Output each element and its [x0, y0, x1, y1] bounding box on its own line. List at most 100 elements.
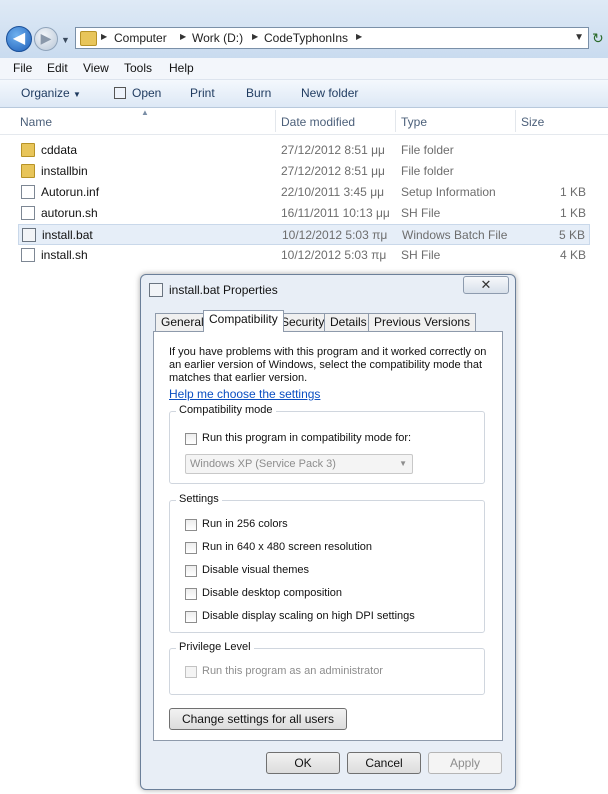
file-row-install-sh[interactable]: install.sh 10/12/2012 5:03 πμ SH File 4 …	[18, 245, 590, 266]
arrow-left-icon: ◀	[12, 30, 26, 47]
file-type: Setup Information	[401, 185, 496, 199]
breadcrumb-computer[interactable]: Computer	[114, 31, 167, 45]
file-row-install-bat[interactable]: install.bat 10/12/2012 5:03 πμ Windows B…	[18, 224, 590, 245]
file-row-installbin[interactable]: installbin 27/12/2012 8:51 μμ File folde…	[18, 161, 590, 182]
apply-button: Apply	[428, 752, 502, 774]
column-divider[interactable]	[515, 110, 516, 132]
file-size: 1 KB	[559, 206, 586, 220]
group-legend: Privilege Level	[176, 641, 254, 653]
folder-icon	[21, 164, 35, 178]
tab-details[interactable]: Details	[324, 313, 373, 331]
file-name: install.bat	[42, 228, 93, 242]
file-date: 10/12/2012 5:03 πμ	[281, 248, 387, 262]
back-button[interactable]: ◀	[6, 26, 32, 52]
chevron-right-icon[interactable]: ▶	[101, 32, 107, 41]
batch-file-icon	[22, 228, 36, 242]
group-legend: Compatibility mode	[176, 404, 276, 416]
chevron-down-icon: ▼	[73, 90, 81, 99]
file-size: 4 KB	[559, 248, 586, 262]
change-settings-all-users-button[interactable]: Change settings for all users	[169, 708, 347, 730]
chevron-right-icon[interactable]: ▶	[180, 32, 186, 41]
chevron-right-icon[interactable]: ▶	[252, 32, 258, 41]
address-bar-area: ◀ ▶ ▼ ▶ Computer ▶ Work (D:) ▶ CodeTypho…	[0, 0, 608, 59]
file-row-autorun-sh[interactable]: autorun.sh 16/11/2011 10:13 μμ SH File 1…	[18, 203, 590, 224]
file-date: 27/12/2012 8:51 μμ	[281, 143, 385, 157]
folder-icon	[21, 143, 35, 157]
menu-file[interactable]: File	[13, 61, 32, 75]
tab-general[interactable]: General	[155, 313, 210, 331]
file-type: SH File	[401, 206, 441, 220]
close-icon: ✕	[480, 277, 492, 292]
new-folder-button[interactable]: New folder	[301, 86, 358, 100]
close-button[interactable]: ✕	[463, 276, 509, 294]
ok-button[interactable]: OK	[266, 752, 340, 774]
privilege-level-group: Privilege Level Run this program as an a…	[169, 641, 485, 695]
forward-button[interactable]: ▶	[34, 27, 58, 51]
column-name[interactable]: Name	[20, 115, 52, 129]
dialog-title: install.bat Properties	[169, 283, 278, 297]
properties-dialog: install.bat Properties ✕ General Compati…	[140, 274, 516, 790]
refresh-icon[interactable]: ↻	[592, 30, 604, 47]
file-name: Autorun.inf	[41, 185, 100, 199]
file-type: Windows Batch File	[402, 228, 508, 242]
setting-label: Disable desktop composition	[202, 587, 343, 599]
column-size[interactable]: Size	[521, 115, 544, 129]
file-name: cddata	[41, 143, 78, 157]
open-button[interactable]: Open	[114, 86, 161, 100]
help-link[interactable]: Help me choose the settings	[169, 387, 320, 401]
file-size: 5 KB	[558, 228, 585, 242]
batch-file-icon	[149, 283, 163, 297]
setting-checkbox[interactable]	[185, 588, 197, 600]
menu-tools[interactable]: Tools	[124, 61, 152, 75]
open-label: Open	[132, 86, 162, 100]
history-dropdown-icon[interactable]: ▼	[61, 35, 70, 45]
file-row-autorun-inf[interactable]: Autorun.inf 22/10/2011 3:45 μμ Setup Inf…	[18, 182, 590, 203]
file-row-cddata[interactable]: cddata 27/12/2012 8:51 μμ File folder	[18, 140, 590, 161]
menu-view[interactable]: View	[83, 61, 109, 75]
file-date: 27/12/2012 8:51 μμ	[281, 164, 385, 178]
column-header-row: ▲ Name Date modified Type Size	[0, 108, 608, 135]
column-divider[interactable]	[275, 110, 276, 132]
column-date-modified[interactable]: Date modified	[281, 115, 355, 129]
chevron-right-icon[interactable]: ▶	[356, 32, 362, 41]
setting-label: Disable display scaling on high DPI sett…	[202, 610, 415, 622]
file-name: installbin	[41, 164, 88, 178]
column-type[interactable]: Type	[401, 115, 427, 129]
burn-button[interactable]: Burn	[246, 86, 271, 100]
menu-help[interactable]: Help	[169, 61, 194, 75]
open-icon	[114, 87, 126, 99]
print-button[interactable]: Print	[190, 86, 215, 100]
menu-edit[interactable]: Edit	[47, 61, 68, 75]
setting-checkbox[interactable]	[185, 565, 197, 577]
cancel-button[interactable]: Cancel	[347, 752, 421, 774]
chevron-down-icon: ▼	[399, 459, 407, 468]
tab-previous-versions[interactable]: Previous Versions	[368, 313, 477, 331]
group-legend: Settings	[176, 493, 222, 505]
column-divider[interactable]	[395, 110, 396, 132]
setting-checkbox[interactable]	[185, 611, 197, 623]
setting-checkbox[interactable]	[185, 542, 197, 554]
file-name: autorun.sh	[41, 206, 98, 220]
compat-mode-checkbox[interactable]	[185, 433, 197, 445]
command-bar: Organize ▼ Open Print Burn New folder	[0, 80, 608, 108]
compatibility-mode-group: Compatibility mode Run this program in c…	[169, 404, 485, 484]
organize-button[interactable]: Organize ▼	[21, 86, 81, 100]
address-bar[interactable]: ▶ Computer ▶ Work (D:) ▶ CodeTyphonIns ▶…	[75, 27, 589, 49]
file-date: 22/10/2011 3:45 μμ	[281, 185, 385, 199]
breadcrumb-codetyphonins[interactable]: CodeTyphonIns	[264, 31, 348, 45]
folder-icon	[80, 31, 97, 46]
organize-label: Organize	[21, 86, 70, 100]
compat-mode-value: Windows XP (Service Pack 3)	[190, 458, 336, 470]
file-name: install.sh	[41, 248, 88, 262]
file-type: File folder	[401, 164, 454, 178]
file-size: 1 KB	[559, 185, 586, 199]
setting-label: Run in 640 x 480 screen resolution	[202, 541, 372, 553]
breadcrumb-work-drive[interactable]: Work (D:)	[192, 31, 243, 45]
chevron-down-icon[interactable]: ▼	[574, 32, 584, 43]
tab-compatibility[interactable]: Compatibility	[203, 310, 284, 332]
file-date: 10/12/2012 5:03 πμ	[282, 228, 388, 242]
compat-mode-label: Run this program in compatibility mode f…	[202, 432, 412, 444]
setting-checkbox[interactable]	[185, 519, 197, 531]
compat-mode-select: Windows XP (Service Pack 3) ▼	[185, 454, 413, 474]
compatibility-intro: If you have problems with this program a…	[169, 346, 487, 384]
